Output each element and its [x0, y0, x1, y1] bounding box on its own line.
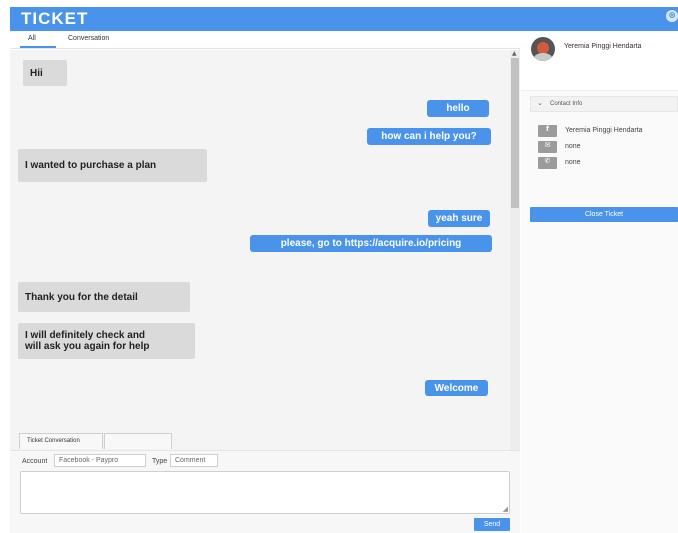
tab-conversation[interactable]: Conversation — [68, 35, 109, 42]
page-title: TICKET — [21, 9, 89, 28]
message-bubble-incoming: I will definitely check and will ask you… — [18, 323, 195, 359]
scroll-up-icon[interactable]: ▲ — [512, 50, 517, 57]
chat-scrollbar[interactable]: ▲ ▼ — [510, 50, 520, 462]
close-icon[interactable]: ⊗ — [666, 10, 678, 22]
contact-header: Yeremia Pinggi Hendarta — [521, 31, 678, 91]
header-bar: TICKET ⊗ — [10, 7, 678, 31]
avatar — [531, 37, 555, 61]
contact-phone-value: none — [565, 159, 581, 166]
tab-secondary[interactable] — [104, 433, 172, 449]
type-select[interactable]: Comment — [170, 454, 218, 467]
message-bubble-outgoing: yeah sure — [428, 210, 490, 227]
contact-facebook-value: Yeremia Pinggi Hendarta — [565, 127, 643, 134]
message-bubble-incoming: Hii — [23, 60, 67, 86]
contact-panel: Yeremia Pinggi Hendarta ⌄ Contact Info f… — [521, 31, 678, 533]
email-icon: ✉ — [538, 141, 557, 153]
tab-ticket-conversation[interactable]: Ticket Conversation — [19, 433, 103, 449]
scroll-thumb[interactable] — [511, 58, 519, 208]
message-bubble-outgoing: how can i help you? — [367, 128, 491, 145]
account-label: Account — [22, 458, 48, 465]
contact-info-title: Contact Info — [550, 101, 583, 107]
contact-email-value: none — [565, 143, 581, 150]
contact-info-row: f Yeremia Pinggi Hendarta — [538, 125, 678, 139]
compose-area: Account Facebook - Paypro Type Comment ◢… — [10, 450, 520, 533]
message-bubble-outgoing: Welcome — [425, 380, 488, 396]
chevron-down-icon: ⌄ — [537, 99, 543, 107]
phone-icon: ✆ — [538, 157, 557, 169]
active-tab-indicator — [20, 46, 56, 48]
message-bubble-outgoing: hello — [427, 100, 489, 117]
conversation-panel: All Conversation Hii hello how can i hel… — [10, 31, 520, 533]
message-bubble-outgoing: please, go to https://acquire.io/pricing — [250, 235, 492, 252]
contact-info-row: ✆ none — [538, 157, 678, 171]
tab-bar: All Conversation — [10, 31, 520, 49]
message-bubble-incoming: Thank you for the detail — [18, 282, 190, 312]
message-input[interactable]: ◢ — [20, 471, 510, 514]
contact-info-row: ✉ none — [538, 141, 678, 155]
contact-info-toggle[interactable]: ⌄ Contact Info — [530, 96, 678, 112]
type-label: Type — [152, 458, 168, 465]
tab-all[interactable]: All — [28, 35, 36, 42]
facebook-icon: f — [538, 125, 557, 137]
resize-handle-icon[interactable]: ◢ — [503, 505, 508, 513]
send-button[interactable]: Send — [474, 518, 510, 531]
close-ticket-button[interactable]: Close Ticket — [530, 207, 678, 222]
ticket-app: TICKET ⊗ All Conversation Hii hello how … — [0, 0, 678, 533]
contact-name: Yeremia Pinggi Hendarta — [564, 43, 642, 50]
message-list: Hii hello how can i help you? I wanted t… — [10, 50, 510, 462]
message-bubble-incoming: I wanted to purchase a plan — [18, 149, 207, 182]
account-select[interactable]: Facebook - Paypro — [54, 454, 146, 467]
ticket-tab-bar: Ticket Conversation — [10, 429, 510, 449]
